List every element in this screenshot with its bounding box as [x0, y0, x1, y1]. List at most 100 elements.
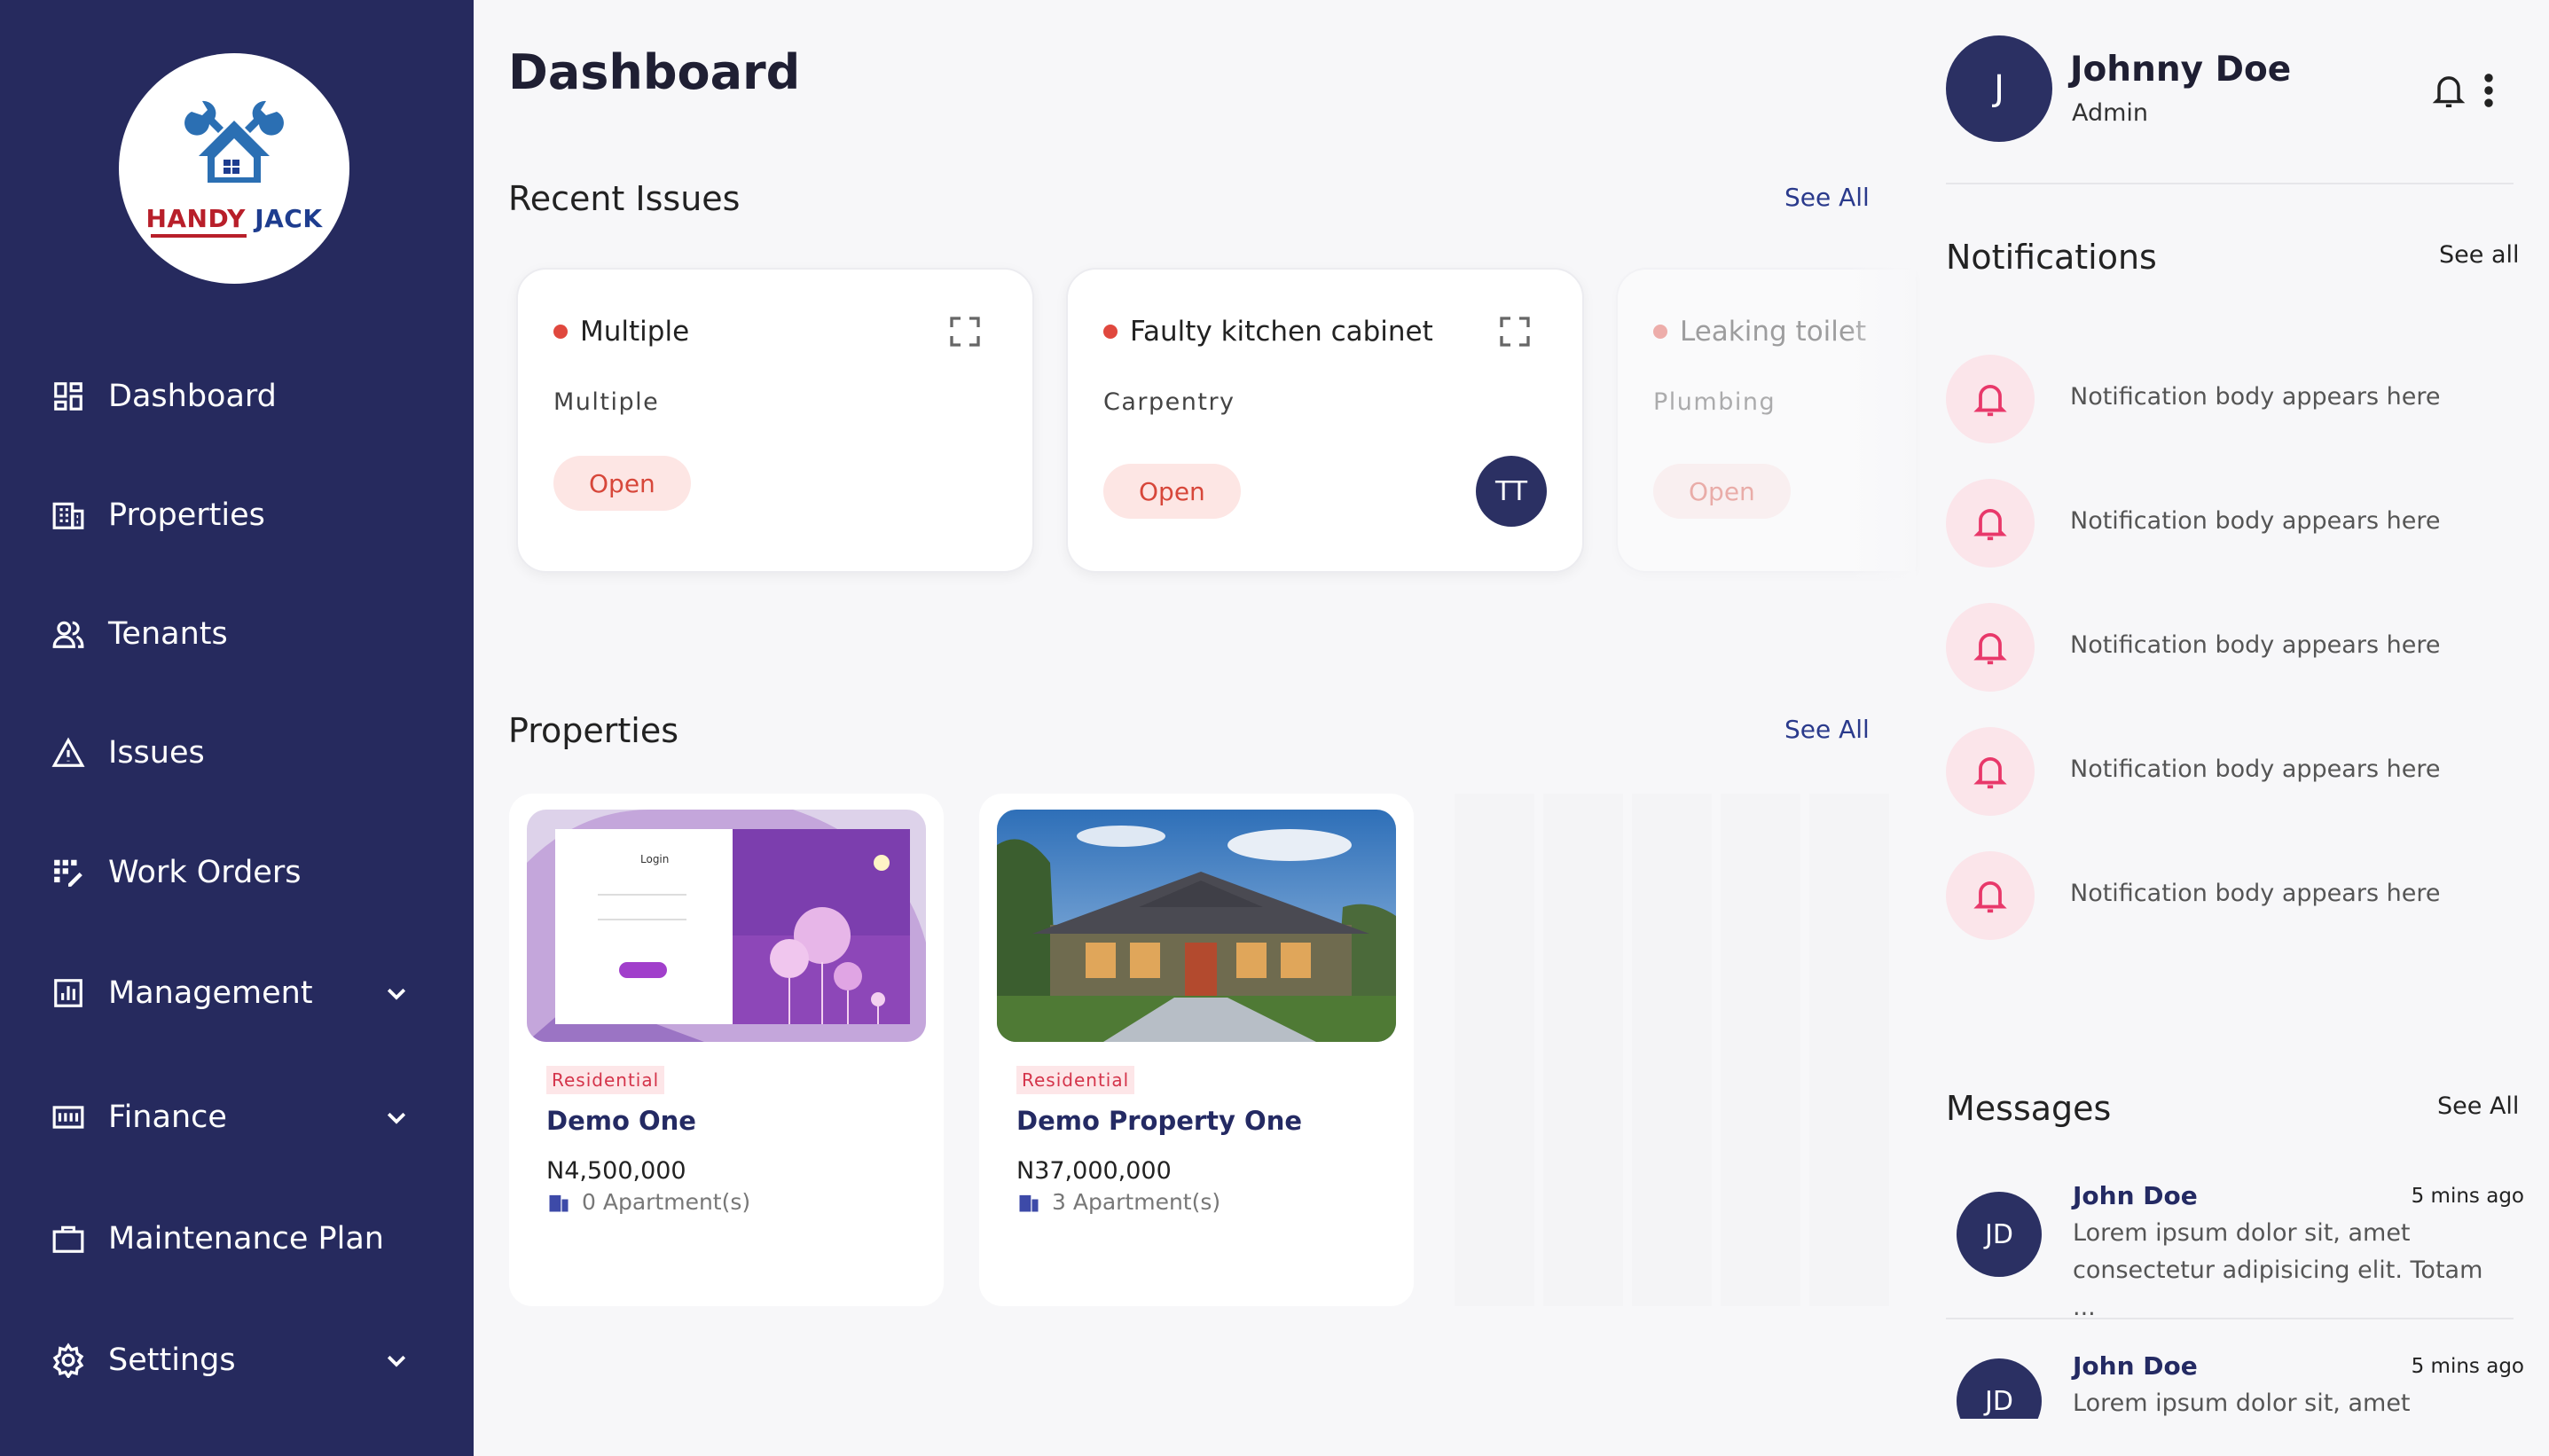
- page-title: Dashboard: [508, 44, 801, 100]
- house-wrench-logo-icon: [184, 100, 284, 183]
- notification-icon: [1946, 851, 2035, 940]
- loading-placeholder: [1721, 794, 1800, 1306]
- status-badge: Open: [553, 456, 691, 511]
- chevron-down-icon[interactable]: [383, 1104, 410, 1131]
- issue-category: Plumbing: [1653, 388, 1776, 416]
- property-units-label: 3 Apartment(s): [1052, 1189, 1221, 1215]
- chart-icon: [50, 975, 87, 1012]
- message-sender[interactable]: John Doe: [2073, 1181, 2198, 1210]
- property-card[interactable]: Login Residential Demo One N4,500,000 0 …: [509, 794, 944, 1306]
- properties-heading: Properties: [508, 711, 679, 750]
- sidebar-item-work-orders[interactable]: Work Orders: [50, 846, 301, 899]
- building-icon: [549, 1194, 569, 1211]
- issue-category: Multiple: [553, 388, 660, 416]
- properties-see-all-link[interactable]: See All: [1784, 715, 1870, 744]
- bell-icon: [1973, 385, 2007, 417]
- notification-icon: [1946, 727, 2035, 816]
- work-orders-icon: [50, 854, 87, 891]
- logo-underline: [151, 234, 247, 238]
- property-type-badge: Residential: [1016, 1066, 1135, 1094]
- notification-icon: [1946, 355, 2035, 443]
- recent-issues-heading: Recent Issues: [508, 179, 741, 218]
- message-preview[interactable]: Lorem ipsum dolor sit, amet: [2073, 1385, 2498, 1419]
- loading-placeholder: [1543, 794, 1623, 1306]
- issue-category: Carpentry: [1103, 388, 1235, 416]
- loading-placeholder: [1455, 794, 1534, 1306]
- property-units: 0 Apartment(s): [546, 1189, 750, 1215]
- svg-text:Login: Login: [640, 853, 669, 865]
- notification-body[interactable]: Notification body appears here: [2070, 880, 2440, 907]
- property-image: Login: [527, 810, 926, 1042]
- notification-body[interactable]: Notification body appears here: [2070, 507, 2440, 535]
- property-card[interactable]: Residential Demo Property One N37,000,00…: [979, 794, 1414, 1306]
- chevron-down-icon[interactable]: [383, 1347, 410, 1374]
- status-dot: [1653, 325, 1667, 339]
- status-badge: Open: [1103, 464, 1241, 519]
- chevron-down-icon[interactable]: [383, 980, 410, 1006]
- notification-body[interactable]: Notification body appears here: [2070, 383, 2440, 411]
- sidebar-item-label: Settings: [108, 1342, 236, 1378]
- sidebar-item-settings[interactable]: Settings: [50, 1334, 406, 1387]
- user-role: Admin: [2072, 99, 2149, 127]
- expand-icon[interactable]: [1497, 314, 1533, 349]
- finance-icon: [50, 1099, 87, 1136]
- gear-icon: [50, 1342, 87, 1379]
- assignee-avatar[interactable]: TT: [1476, 456, 1547, 527]
- scroll-fade: [1845, 248, 1916, 603]
- building-icon: [1019, 1194, 1039, 1211]
- property-price: N4,500,000: [546, 1157, 686, 1185]
- sidebar-item-dashboard[interactable]: Dashboard: [50, 370, 277, 423]
- sidebar: HANDY JACK Dashboard Properties Tenants …: [0, 0, 474, 1456]
- property-name[interactable]: Demo Property One: [1016, 1106, 1302, 1136]
- property-price: N37,000,000: [1016, 1157, 1172, 1185]
- sidebar-item-properties[interactable]: Properties: [50, 489, 265, 542]
- issue-title: Multiple: [580, 316, 690, 348]
- bell-icon: [1973, 633, 2007, 665]
- messages-heading: Messages: [1946, 1089, 2112, 1128]
- bell-icon[interactable]: [2432, 71, 2466, 110]
- sidebar-item-label: Management: [108, 975, 313, 1011]
- notification-body[interactable]: Notification body appears here: [2070, 631, 2440, 659]
- message-preview[interactable]: Lorem ipsum dolor sit, amet consectetur …: [2073, 1215, 2498, 1327]
- notification-body[interactable]: Notification body appears here: [2070, 755, 2440, 783]
- sidebar-item-label: Tenants: [108, 616, 228, 652]
- user-avatar[interactable]: J: [1946, 35, 2052, 142]
- more-vertical-icon[interactable]: [2478, 71, 2499, 110]
- sidebar-item-label: Properties: [108, 497, 265, 533]
- sidebar-item-label: Issues: [108, 735, 205, 771]
- property-name[interactable]: Demo One: [546, 1106, 696, 1136]
- recent-issues-see-all-link[interactable]: See All: [1784, 183, 1870, 212]
- loading-placeholder: [1809, 794, 1889, 1306]
- property-units-label: 0 Apartment(s): [582, 1189, 751, 1215]
- issue-card[interactable]: Faulty kitchen cabinet Carpentry Open TT: [1066, 268, 1584, 573]
- loading-placeholder: [1632, 794, 1712, 1306]
- notification-icon: [1946, 479, 2035, 568]
- sidebar-item-label: Finance: [108, 1100, 227, 1135]
- issue-card[interactable]: Multiple Multiple Open: [516, 268, 1034, 573]
- app-logo[interactable]: HANDY JACK: [119, 53, 349, 284]
- users-icon: [50, 615, 87, 653]
- status-dot: [553, 325, 568, 339]
- sidebar-item-finance[interactable]: Finance: [50, 1091, 406, 1144]
- sidebar-item-label: Maintenance Plan: [108, 1221, 384, 1256]
- building-icon: [50, 497, 87, 534]
- status-dot: [1103, 325, 1118, 339]
- sidebar-item-issues[interactable]: Issues: [50, 726, 205, 779]
- logo-wordmark: HANDY JACK: [145, 204, 323, 233]
- briefcase-icon: [50, 1220, 87, 1257]
- user-name: Johnny Doe: [2070, 50, 2292, 90]
- sidebar-item-maintenance-plan[interactable]: Maintenance Plan: [50, 1212, 384, 1265]
- sidebar-item-management[interactable]: Management: [50, 967, 406, 1020]
- message-avatar[interactable]: JD: [1957, 1192, 2042, 1277]
- bell-icon: [1973, 757, 2007, 789]
- message-avatar[interactable]: JD: [1957, 1358, 2042, 1419]
- messages-see-all-link[interactable]: See All: [2437, 1092, 2519, 1120]
- property-units: 3 Apartment(s): [1016, 1189, 1220, 1215]
- expand-icon[interactable]: [947, 314, 983, 349]
- message-sender[interactable]: John Doe: [2073, 1351, 2198, 1381]
- notification-icon: [1946, 603, 2035, 692]
- sidebar-item-tenants[interactable]: Tenants: [50, 607, 228, 661]
- bell-icon: [1973, 881, 2007, 913]
- issue-title: Leaking toilet: [1680, 316, 1867, 348]
- notifications-see-all-link[interactable]: See all: [2439, 241, 2520, 269]
